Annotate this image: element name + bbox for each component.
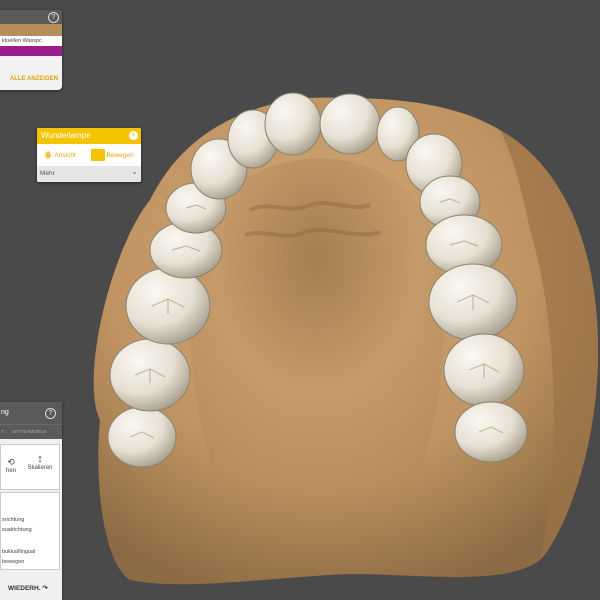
- redo-icon: ↷: [42, 585, 48, 592]
- tooth: [264, 92, 322, 156]
- palate: [188, 158, 444, 493]
- layer-row-label[interactable]: ktuellen Wasspc: [0, 36, 62, 46]
- tab-chain-mode[interactable]: KETTENMODUS: [12, 429, 47, 434]
- view-icon: 🖐: [44, 152, 53, 159]
- question-circle-icon[interactable]: ?: [48, 12, 59, 23]
- move-button[interactable]: Bewegen: [90, 149, 134, 161]
- show-all-button[interactable]: ALLE ANZEIGEN: [0, 72, 62, 86]
- rotate-tool[interactable]: ⟲ hen: [1, 457, 21, 474]
- view-button[interactable]: 🖐 Ansicht: [44, 151, 76, 160]
- option-visual-direction[interactable]: sualrichtung: [2, 527, 32, 533]
- question-circle-icon[interactable]: ?: [45, 408, 56, 419]
- wunderlampe-header: Wunderlampe ×: [37, 128, 141, 144]
- tooth: [319, 93, 381, 155]
- redo-label: WIEDERH.: [8, 585, 41, 592]
- layer-row-purple[interactable]: [0, 46, 62, 56]
- option-move[interactable]: bewegen: [2, 559, 24, 565]
- transform-tools: ⟲ hen ↕ Skalieren: [0, 444, 60, 490]
- rotate-tool-label: hen: [5, 468, 16, 474]
- scale-tool[interactable]: ↕ Skalieren: [23, 453, 57, 471]
- rotate-icon: ⟲: [7, 457, 15, 467]
- more-dropdown[interactable]: Mehr ▾: [37, 166, 141, 182]
- option-buccal-lingual[interactable]: bukkal/lingual: [2, 549, 35, 555]
- redo-button[interactable]: WIEDERH. ↷: [8, 584, 48, 592]
- tooth: [107, 406, 177, 468]
- tooth: [454, 401, 528, 463]
- more-label: Mehr: [40, 170, 55, 177]
- transform-panel-header: ng ?: [0, 402, 62, 424]
- move-icon: [90, 149, 105, 161]
- transform-tabs: T KETTENMODUS: [0, 424, 62, 439]
- move-button-label: Bewegen: [106, 151, 134, 159]
- wunderlampe-title: Wunderlampe: [41, 131, 91, 140]
- layers-panel: ? ktuellen Wasspc ALLE ANZEIGEN: [0, 10, 62, 90]
- layer-spacer: [0, 56, 62, 72]
- transform-options: srichtung sualrichtung bukkal/lingual be…: [0, 492, 60, 570]
- transform-panel-title: ng: [1, 409, 9, 416]
- wunderlampe-panel: Wunderlampe × 🖐 Ansicht Bewegen Mehr ▾: [37, 128, 141, 182]
- layers-panel-header: ?: [0, 10, 62, 24]
- transform-panel: ng ? T KETTENMODUS ⟲ hen ↕ Skalieren sri…: [0, 402, 62, 600]
- view-button-label: Ansicht: [54, 151, 76, 159]
- 3d-viewport[interactable]: [0, 0, 600, 600]
- scale-tool-label: Skalieren: [27, 465, 53, 471]
- tab-mode[interactable]: T: [1, 429, 4, 434]
- close-icon[interactable]: ×: [129, 131, 138, 140]
- layer-row-tan[interactable]: [0, 24, 62, 36]
- option-direction[interactable]: srichtung: [2, 517, 24, 523]
- wunderlampe-actions: 🖐 Ansicht Bewegen: [37, 144, 141, 166]
- chevron-down-icon: ▾: [132, 171, 136, 177]
- scale-vertical-icon: ↕: [37, 453, 43, 465]
